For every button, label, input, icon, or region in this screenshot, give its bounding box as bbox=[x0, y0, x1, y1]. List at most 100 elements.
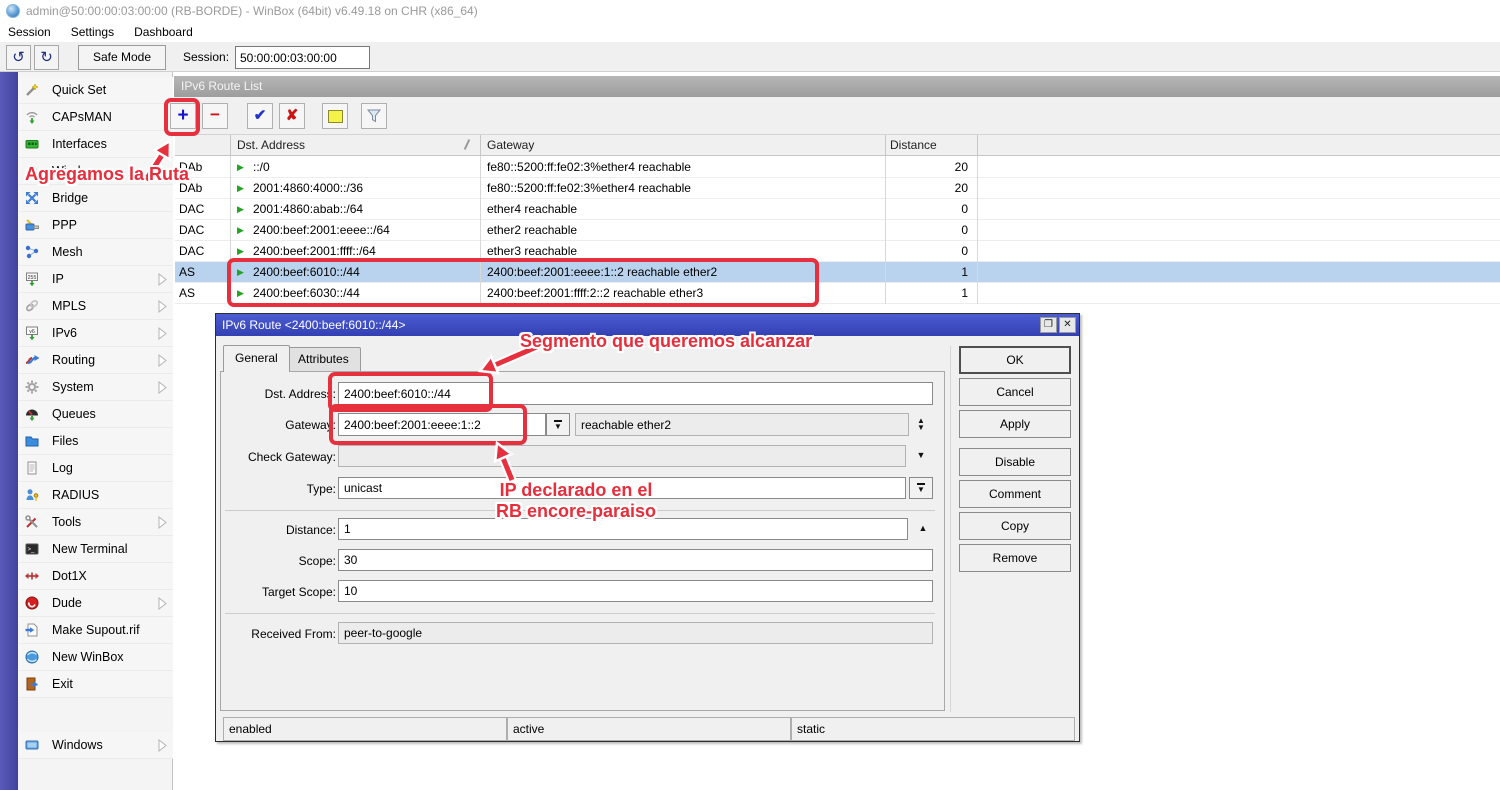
cross-icon: ✘ bbox=[286, 107, 299, 124]
received-from-field bbox=[338, 622, 933, 644]
gateway-status-field bbox=[575, 413, 909, 436]
user-key-icon bbox=[24, 487, 40, 503]
route-active-icon: ▶ bbox=[237, 220, 244, 241]
sidebar-item-queues[interactable]: Queues bbox=[18, 401, 173, 428]
route-active-icon: ▶ bbox=[237, 241, 244, 262]
status-enabled: enabled bbox=[223, 717, 507, 741]
remove-button[interactable]: Remove bbox=[959, 544, 1071, 572]
column-header-gateway[interactable]: Gateway bbox=[487, 135, 534, 157]
sidebar-item-mesh[interactable]: Mesh bbox=[18, 239, 173, 266]
route-row-selected[interactable]: AS▶ 2400:beef:6010::/44 2400:beef:2001:e… bbox=[175, 262, 1500, 283]
magic-wand-icon bbox=[24, 82, 40, 98]
sidebar-item-radius[interactable]: RADIUS bbox=[18, 482, 173, 509]
route-row[interactable]: DAC▶ 2001:4860:abab::/64 ether4 reachabl… bbox=[175, 199, 1500, 220]
add-route-button[interactable]: + bbox=[170, 103, 196, 129]
menu-dashboard[interactable]: Dashboard bbox=[126, 22, 205, 42]
type-dropdown-button[interactable]: ▼ bbox=[909, 477, 933, 499]
disable-route-button[interactable]: ✘ bbox=[279, 103, 305, 129]
cancel-button[interactable]: Cancel bbox=[959, 378, 1071, 406]
close-icon: ✕ bbox=[1063, 319, 1071, 330]
route-row[interactable]: DAb▶ 2001:4860:4000::/36 fe80::5200:ff:f… bbox=[175, 178, 1500, 199]
log-receipt-icon bbox=[24, 460, 40, 476]
folder-icon bbox=[24, 433, 40, 449]
sidebar-item-bridge[interactable]: Bridge bbox=[18, 185, 173, 212]
route-row[interactable]: DAC▶ 2400:beef:2001:eeee::/64 ether2 rea… bbox=[175, 220, 1500, 241]
minus-icon: − bbox=[210, 105, 220, 124]
submenu-arrow-icon bbox=[158, 597, 167, 610]
sidebar-item-interfaces[interactable]: Interfaces bbox=[18, 131, 173, 158]
ok-button[interactable]: OK bbox=[959, 346, 1071, 374]
tab-general[interactable]: General bbox=[223, 345, 290, 372]
sidebar-item-quick-set[interactable]: Quick Set bbox=[18, 77, 173, 104]
svg-text:>_: >_ bbox=[28, 547, 36, 553]
dst-address-input[interactable] bbox=[338, 382, 933, 405]
remove-route-button[interactable]: − bbox=[202, 103, 228, 129]
undo-button[interactable]: ↺ bbox=[6, 45, 31, 70]
comment-route-button[interactable] bbox=[322, 103, 348, 129]
sidebar-item-files[interactable]: Files bbox=[18, 428, 173, 455]
gateway-dropdown-button[interactable]: ▼ bbox=[546, 413, 570, 436]
comment-button[interactable]: Comment bbox=[959, 480, 1071, 508]
sidebar-item-ppp[interactable]: PPP bbox=[18, 212, 173, 239]
sidebar-item-mpls[interactable]: MPLS bbox=[18, 293, 173, 320]
form-separator bbox=[225, 613, 935, 614]
status-active: active bbox=[507, 717, 791, 741]
dialog-maximize-button[interactable]: ❐ bbox=[1040, 317, 1057, 333]
filter-button[interactable] bbox=[361, 103, 387, 129]
check-gateway-input[interactable] bbox=[338, 445, 906, 467]
menu-session[interactable]: Session bbox=[0, 22, 63, 42]
distance-label: Distance: bbox=[224, 519, 336, 541]
target-scope-input[interactable] bbox=[338, 580, 933, 602]
sidebar-item-windows[interactable]: Windows bbox=[18, 732, 173, 759]
copy-button[interactable]: Copy bbox=[959, 512, 1071, 540]
column-header-distance[interactable]: Distance bbox=[890, 135, 937, 157]
sidebar-item-system[interactable]: System bbox=[18, 374, 173, 401]
sidebar-item-capsman[interactable]: CAPsMAN bbox=[18, 104, 173, 131]
sidebar-item-make-supout[interactable]: Make Supout.rif bbox=[18, 617, 173, 644]
sidebar-item-dude[interactable]: Dude bbox=[18, 590, 173, 617]
route-row[interactable]: AS▶ 2400:beef:6030::/44 2400:beef:2001:f… bbox=[175, 283, 1500, 304]
route-active-icon: ▶ bbox=[237, 283, 244, 304]
gateway-input[interactable] bbox=[338, 413, 546, 436]
sidebar-item-dot1x[interactable]: Dot1X bbox=[18, 563, 173, 590]
disable-button[interactable]: Disable bbox=[959, 448, 1071, 476]
session-input[interactable] bbox=[235, 46, 370, 69]
safe-mode-button[interactable]: Safe Mode bbox=[78, 45, 166, 70]
redo-button[interactable]: ↻ bbox=[34, 45, 59, 70]
ipv6-route-dialog: IPv6 Route <2400:beef:6010::/44> ❐ ✕ Gen… bbox=[215, 313, 1080, 742]
sidebar-item-log[interactable]: Log bbox=[18, 455, 173, 482]
column-header-dst-address[interactable]: Dst. Address bbox=[237, 135, 305, 157]
sidebar-item-exit[interactable]: Exit bbox=[18, 671, 173, 698]
submenu-arrow-icon bbox=[158, 327, 167, 340]
sidebar-item-tools[interactable]: Tools bbox=[18, 509, 173, 536]
mpls-rings-icon bbox=[24, 298, 40, 314]
dialog-close-button[interactable]: ✕ bbox=[1059, 317, 1076, 333]
sidebar-item-ipv6[interactable]: v6 IPv6 bbox=[18, 320, 173, 347]
sidebar-item-new-winbox[interactable]: New WinBox bbox=[18, 644, 173, 671]
bridge-arrows-icon bbox=[24, 190, 40, 206]
sidebar-item-routing[interactable]: Routing bbox=[18, 347, 173, 374]
sidebar-item-ip[interactable]: 255 IP bbox=[18, 266, 173, 293]
svg-text:255: 255 bbox=[28, 275, 37, 281]
dot1x-icon bbox=[24, 568, 40, 584]
apply-button[interactable]: Apply bbox=[959, 410, 1071, 438]
dst-address-label: Dst. Address: bbox=[224, 383, 336, 405]
route-row[interactable]: DAb▶ ::/0 fe80::5200:ff:fe02:3%ether4 re… bbox=[175, 157, 1500, 178]
check-gateway-dropdown-arrow[interactable]: ▼ bbox=[911, 450, 931, 460]
submenu-arrow-icon bbox=[158, 273, 167, 286]
route-row[interactable]: DAC▶ 2400:beef:2001:ffff::/64 ether3 rea… bbox=[175, 241, 1500, 262]
scope-label: Scope: bbox=[224, 550, 336, 572]
route-list-title: IPv6 Route List bbox=[174, 76, 1500, 97]
scope-input[interactable] bbox=[338, 549, 933, 571]
menu-settings[interactable]: Settings bbox=[63, 22, 126, 42]
distance-up-arrow[interactable]: ▲ bbox=[913, 523, 933, 533]
windows-screen-icon bbox=[24, 737, 40, 753]
enable-route-button[interactable]: ✔ bbox=[247, 103, 273, 129]
type-label: Type: bbox=[224, 478, 336, 500]
main-toolbar: ↺ ↻ Safe Mode Session: bbox=[0, 42, 1500, 72]
terminal-icon: >_ bbox=[24, 541, 40, 557]
gateway-spinner[interactable]: ▲▼ bbox=[911, 417, 931, 431]
sidebar-item-new-terminal[interactable]: >_ New Terminal bbox=[18, 536, 173, 563]
tab-attributes[interactable]: Attributes bbox=[286, 347, 361, 372]
dude-logo-icon bbox=[24, 595, 40, 611]
